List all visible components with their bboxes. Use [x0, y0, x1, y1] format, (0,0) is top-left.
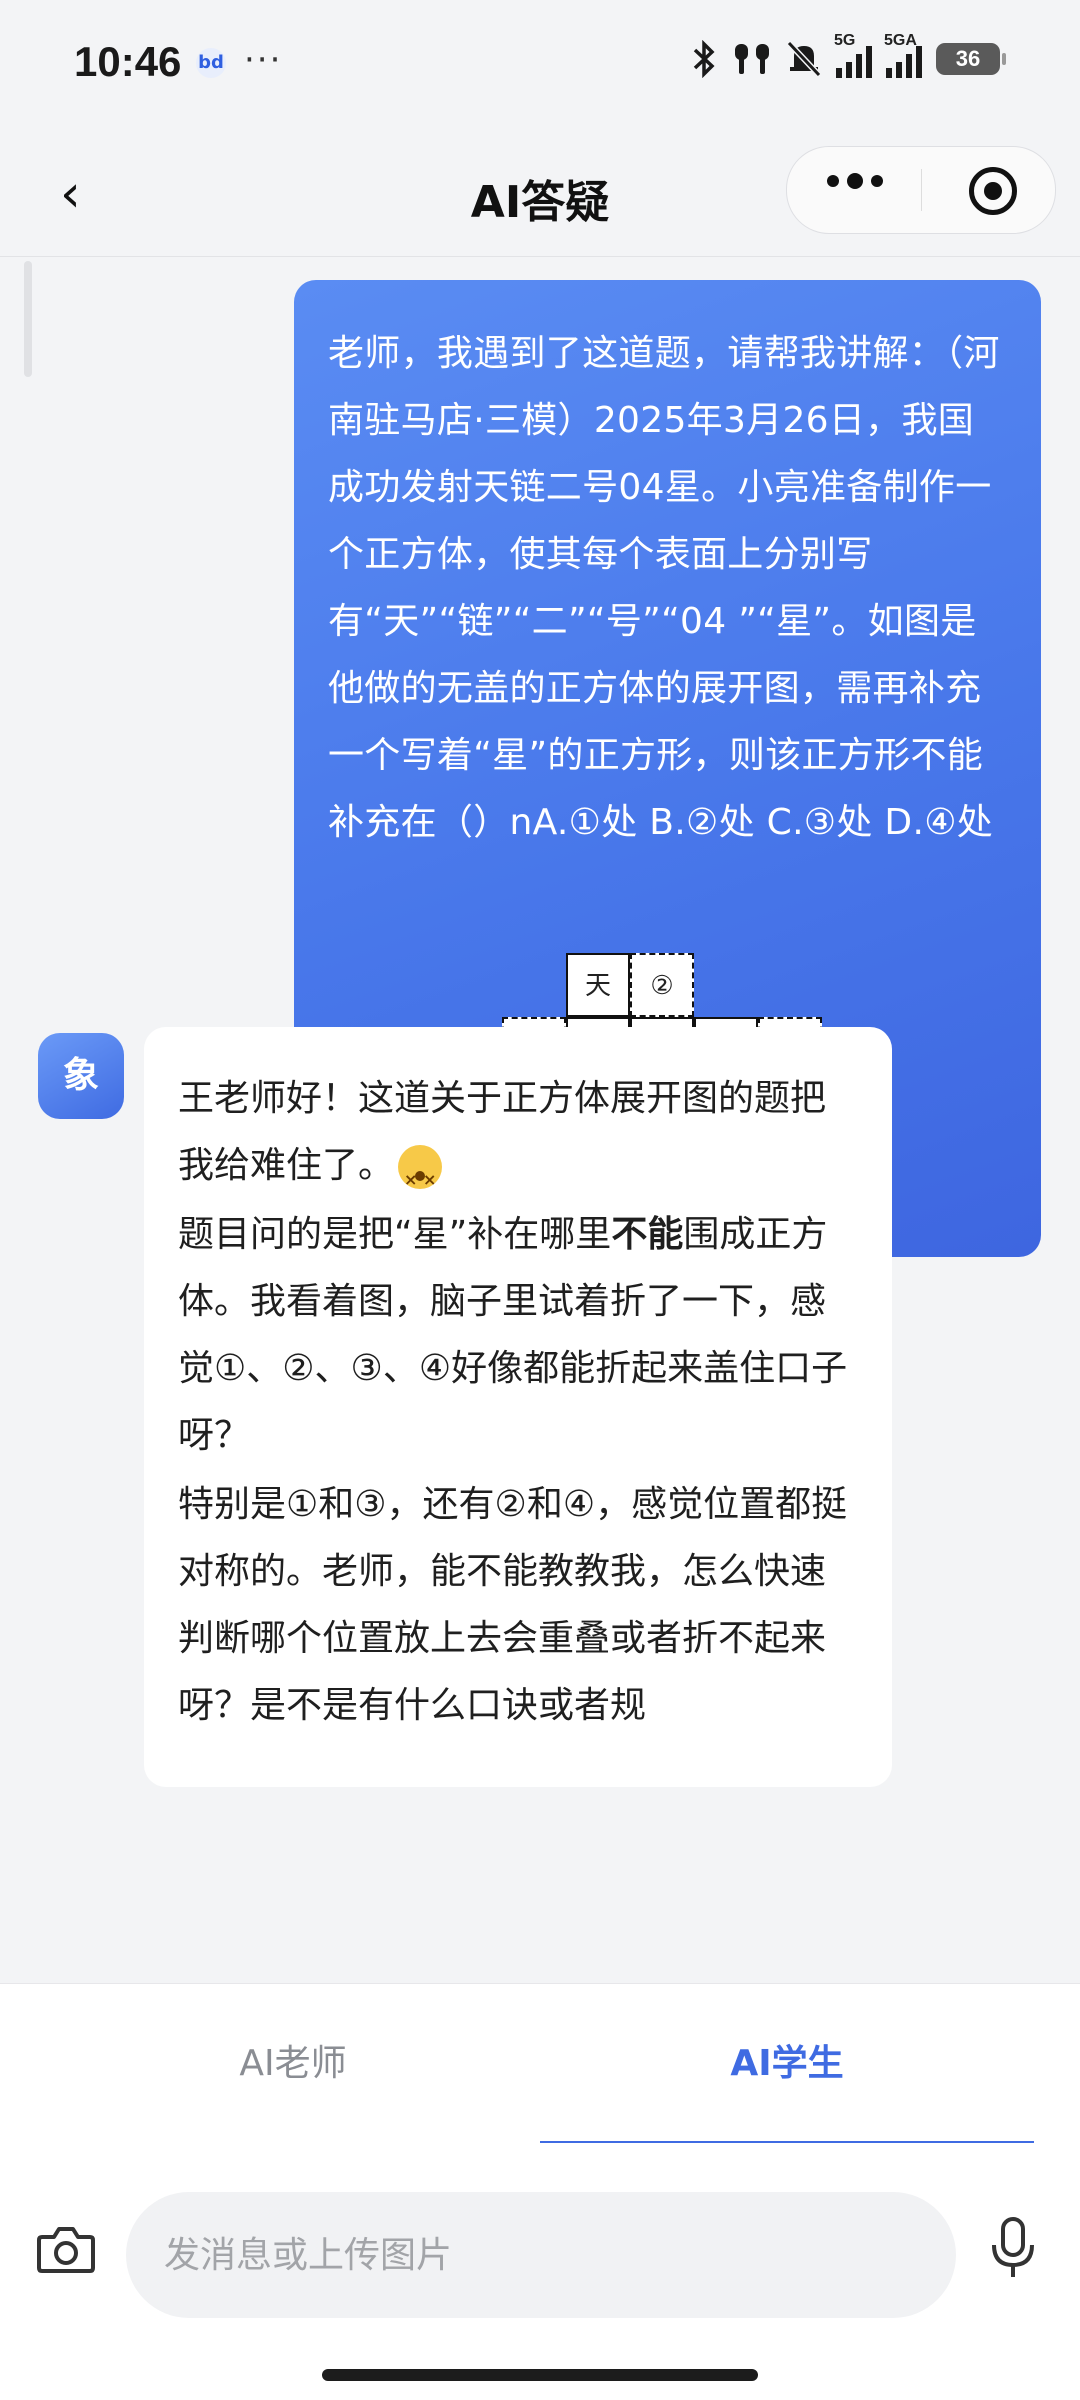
dizzy-face-emoji-icon: [398, 1145, 443, 1213]
net-cell-2: ②: [630, 953, 694, 1017]
capsule-divider: [921, 169, 922, 211]
camera-icon[interactable]: [36, 2223, 96, 2275]
status-time: 10:46: [74, 38, 182, 85]
ai-paragraph-text: 题目问的是把“星”补在哪里: [178, 1214, 612, 1255]
close-target-button[interactable]: [969, 167, 1017, 215]
ai-paragraph: 王老师好！这道关于正方体展开图的题把我给难住了。: [178, 1065, 856, 1213]
tab-ai-teacher[interactable]: AI老师: [46, 2034, 540, 2086]
ai-emphasis: 不能: [611, 1214, 684, 1255]
mute-bell-icon: [786, 40, 822, 78]
battery-icon: 36: [936, 43, 1006, 75]
ai-paragraph-text: 王老师好！这道关于正方体展开图的题把我给难住了。: [178, 1078, 827, 1186]
mini-program-capsule: [786, 146, 1056, 234]
bluetooth-icon: [693, 40, 715, 78]
net-cell-tian: 天: [566, 953, 630, 1017]
signal-5g-icon: 5G: [834, 32, 872, 78]
microphone-icon[interactable]: [988, 2215, 1038, 2281]
ai-paragraph: 题目问的是把“星”补在哪里不能围成正方体。我看着图，脑子里试着折了一下，感觉①、…: [178, 1201, 856, 1469]
ai-avatar[interactable]: 象: [38, 1033, 124, 1119]
status-more-icon: ···: [244, 40, 283, 80]
nav-header: ‹ AI答疑: [0, 130, 1080, 257]
baidu-app-icon: bd: [196, 48, 226, 78]
input-bar: [0, 2143, 1080, 2400]
role-tabs: AI老师 AI学生: [0, 1983, 1080, 2144]
signal-5ga-icon: 5GA: [884, 32, 922, 78]
more-options-button[interactable]: [827, 173, 883, 189]
tab-ai-student[interactable]: AI学生: [540, 2034, 1034, 2086]
status-icons: 5G 5GA 36: [692, 32, 1006, 78]
status-bar: 10:46 bd ··· 5G 5GA 36: [0, 0, 1080, 130]
home-indicator[interactable]: [322, 2369, 758, 2381]
scrollbar-thumb[interactable]: [24, 261, 32, 377]
user-message-text: 老师，我遇到了这道题，请帮我讲解：（河南驻马店·三模）2025年3月26日，我国…: [328, 333, 1000, 843]
earbuds-icon: [735, 44, 769, 74]
ai-message-bubble: 王老师好！这道关于正方体展开图的题把我给难住了。 题目问的是把“星”补在哪里不能…: [144, 1027, 892, 1787]
chat-area[interactable]: 老师，我遇到了这道题，请帮我讲解：（河南驻马店·三模）2025年3月26日，我国…: [0, 257, 1080, 1982]
message-input[interactable]: [126, 2192, 956, 2318]
ai-paragraph: 特别是①和③，还有②和④，感觉位置都挺对称的。老师，能不能教教我，怎么快速判断哪…: [178, 1484, 848, 1726]
